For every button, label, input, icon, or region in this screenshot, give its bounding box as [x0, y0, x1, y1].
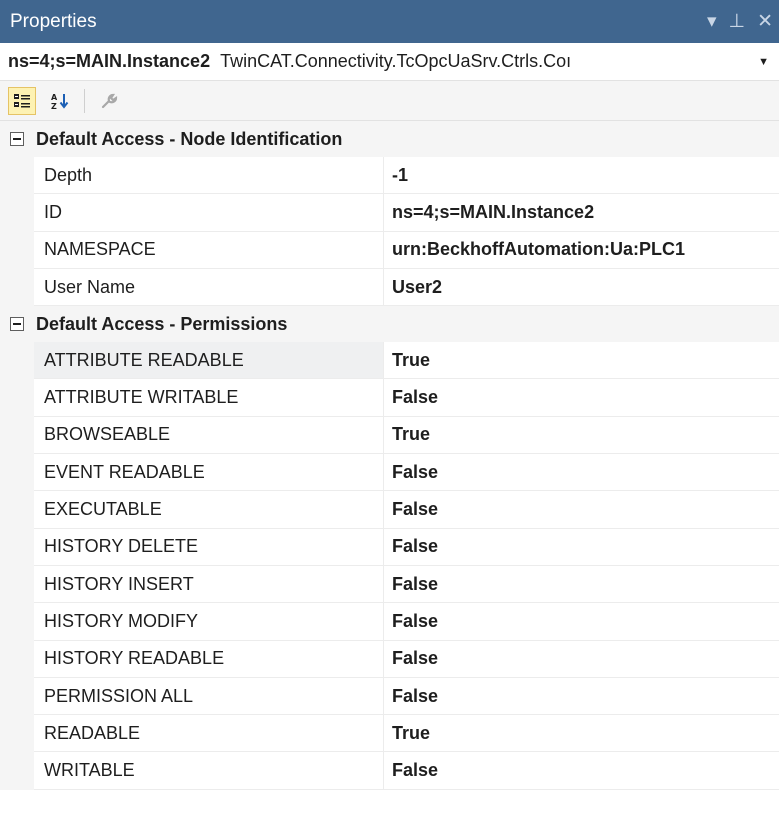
property-row-namespace[interactable]: NAMESPACE urn:BeckhoffAutomation:Ua:PLC1 — [0, 231, 779, 269]
property-row-id[interactable]: ID ns=4;s=MAIN.Instance2 — [0, 194, 779, 232]
property-row-attribute-writable[interactable]: ATTRIBUTE WRITABLE False — [0, 379, 779, 417]
collapse-icon[interactable] — [10, 317, 24, 332]
property-value[interactable]: False — [384, 491, 779, 529]
property-row-history-readable[interactable]: HISTORY READABLE False — [0, 640, 779, 678]
property-value[interactable]: User2 — [384, 269, 779, 307]
property-value[interactable]: urn:BeckhoffAutomation:Ua:PLC1 — [384, 232, 779, 269]
properties-titlebar: Properties ▾ ⊥ ✕ — [0, 0, 779, 43]
property-row-attribute-readable[interactable]: ATTRIBUTE READABLE True — [0, 342, 779, 380]
property-row-history-modify[interactable]: HISTORY MODIFY False — [0, 603, 779, 641]
property-row-depth[interactable]: Depth -1 — [0, 157, 779, 195]
property-value[interactable]: True — [384, 342, 779, 380]
property-value[interactable]: False — [384, 454, 779, 492]
alphabetical-icon: A Z — [51, 93, 69, 110]
categorized-button[interactable] — [8, 86, 36, 115]
property-pages-button[interactable] — [95, 87, 123, 115]
property-name: User Name — [34, 268, 384, 307]
property-value[interactable]: False — [384, 529, 779, 566]
chevron-down-icon[interactable]: ▼ — [758, 56, 769, 68]
property-name: HISTORY MODIFY — [34, 603, 384, 641]
property-row-user-name[interactable]: User Name User2 — [0, 268, 779, 307]
property-name: EVENT READABLE — [34, 454, 384, 492]
property-value[interactable]: False — [384, 752, 779, 790]
property-name: Depth — [34, 157, 384, 195]
object-type: TwinCAT.Connectivity.TcOpcUaSrv.Ctrls.Co… — [220, 51, 572, 71]
property-name: HISTORY READABLE — [34, 640, 384, 678]
property-value[interactable]: True — [384, 715, 779, 753]
property-name: ID — [34, 194, 384, 232]
property-name: PERMISSION ALL — [34, 677, 384, 716]
close-icon[interactable]: ✕ — [757, 10, 773, 33]
svg-text:Z: Z — [51, 102, 57, 110]
property-name: BROWSEABLE — [34, 416, 384, 455]
object-selector[interactable]: ns=4;s=MAIN.Instance2 TwinCAT.Connectivi… — [0, 43, 779, 81]
property-value[interactable]: True — [384, 417, 779, 455]
property-name: ATTRIBUTE WRITABLE — [34, 379, 384, 417]
property-value[interactable]: ns=4;s=MAIN.Instance2 — [384, 194, 779, 232]
property-value[interactable]: False — [384, 566, 779, 604]
property-row-executable[interactable]: EXECUTABLE False — [0, 491, 779, 529]
property-value[interactable]: False — [384, 379, 779, 417]
property-name: HISTORY DELETE — [34, 528, 384, 566]
window-menu-dropdown-icon[interactable]: ▾ — [707, 10, 717, 33]
categorized-icon — [14, 93, 30, 107]
collapse-icon[interactable] — [10, 132, 24, 146]
property-name: EXECUTABLE — [34, 491, 384, 529]
toolbar-separator — [84, 88, 85, 113]
category-label: Default Access - Permissions — [36, 313, 288, 334]
property-name: NAMESPACE — [34, 231, 384, 269]
property-row-readable[interactable]: READABLE True — [0, 715, 779, 753]
properties-toolbar: A Z — [0, 81, 779, 121]
property-name: HISTORY INSERT — [34, 565, 384, 604]
property-row-event-readable[interactable]: EVENT READABLE False — [0, 454, 779, 492]
panel-title: Properties — [10, 10, 97, 32]
property-row-history-insert[interactable]: HISTORY INSERT False — [0, 565, 779, 604]
svg-text:A: A — [51, 93, 58, 102]
property-name: ATTRIBUTE READABLE — [34, 342, 384, 380]
property-name: READABLE — [34, 715, 384, 753]
property-row-writable[interactable]: WRITABLE False — [0, 752, 779, 790]
category-permissions[interactable]: Default Access - Permissions — [0, 306, 779, 343]
property-row-permission-all[interactable]: PERMISSION ALL False — [0, 677, 779, 716]
category-node-identification[interactable]: Default Access - Node Identification — [0, 121, 779, 157]
property-grid: Default Access - Node Identification Dep… — [0, 121, 779, 790]
wrench-icon — [101, 93, 118, 108]
window-controls: ▾ ⊥ ✕ — [707, 10, 773, 33]
alphabetical-button[interactable]: A Z — [46, 87, 74, 115]
property-value[interactable]: -1 — [384, 157, 779, 195]
property-name: WRITABLE — [34, 752, 384, 790]
property-value[interactable]: False — [384, 641, 779, 678]
property-value[interactable]: False — [384, 603, 779, 641]
property-value[interactable]: False — [384, 678, 779, 716]
property-row-browseable[interactable]: BROWSEABLE True — [0, 416, 779, 455]
object-name: ns=4;s=MAIN.Instance2 — [8, 51, 211, 71]
pin-icon[interactable]: ⊥ — [729, 10, 746, 33]
category-label: Default Access - Node Identification — [36, 128, 343, 149]
property-row-history-delete[interactable]: HISTORY DELETE False — [0, 528, 779, 566]
